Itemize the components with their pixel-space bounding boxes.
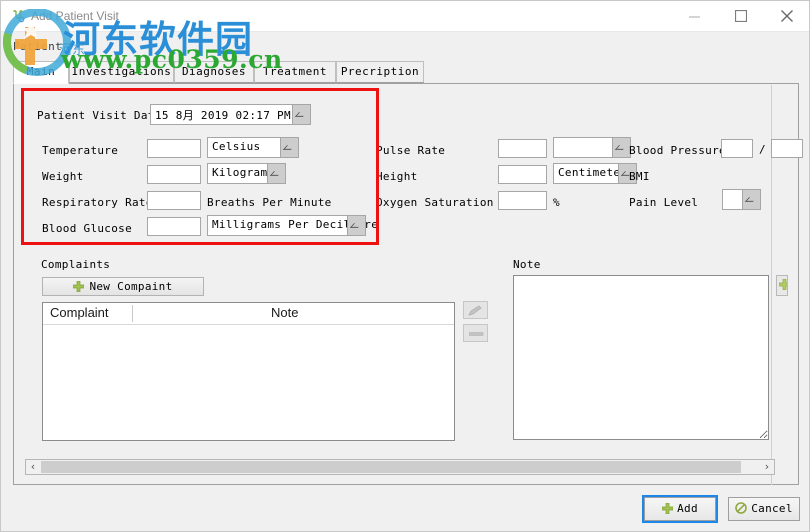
tab-treatment[interactable]: Treatment bbox=[254, 61, 336, 83]
height-label: Height bbox=[376, 170, 418, 183]
patient-label: Patient bbox=[13, 40, 63, 53]
plus-icon bbox=[778, 278, 787, 293]
chevron-down-icon[interactable] bbox=[612, 138, 630, 157]
blood-pressure-diastolic-input[interactable] bbox=[771, 139, 803, 158]
tab-precription[interactable]: Precription bbox=[336, 61, 424, 83]
bmi-label: BMI bbox=[629, 170, 650, 183]
temperature-input[interactable] bbox=[147, 139, 201, 158]
cancel-button-label: Cancel bbox=[751, 502, 793, 515]
blood-pressure-separator: / bbox=[759, 143, 766, 156]
app-icon bbox=[10, 9, 26, 25]
chevron-down-icon[interactable] bbox=[267, 164, 285, 183]
patient-visit-date-label: Patient Visit Date bbox=[37, 109, 162, 122]
title-bar: Add Patient Visit bbox=[1, 1, 809, 32]
scrollbar-thumb[interactable] bbox=[41, 461, 741, 473]
patient-visit-date-picker[interactable]: 15 8月 2019 02:17 PM bbox=[150, 104, 311, 125]
weight-label: Weight bbox=[42, 170, 84, 183]
tab-main[interactable]: Main bbox=[13, 61, 69, 84]
height-unit-select[interactable]: Centimeter bbox=[553, 163, 637, 184]
maximize-icon bbox=[735, 10, 747, 22]
note-section-label: Note bbox=[513, 258, 541, 271]
tab-investigations[interactable]: Investigations bbox=[69, 61, 174, 83]
minimize-icon bbox=[689, 16, 700, 18]
column-header-note: Note bbox=[271, 305, 299, 320]
temperature-label: Temperature bbox=[42, 144, 119, 157]
minimize-button[interactable] bbox=[673, 1, 719, 31]
blood-pressure-label: Blood Pressure bbox=[629, 144, 726, 157]
edit-complaint-button[interactable] bbox=[463, 301, 488, 319]
column-separator[interactable] bbox=[132, 305, 133, 322]
cancel-button[interactable]: Cancel bbox=[728, 497, 800, 521]
blood-glucose-unit-select[interactable]: Milligrams Per Decilitre bbox=[207, 215, 378, 236]
note-textarea[interactable] bbox=[513, 275, 769, 440]
height-input[interactable] bbox=[498, 165, 547, 184]
blood-glucose-input[interactable] bbox=[147, 217, 201, 236]
minus-icon bbox=[469, 332, 484, 336]
tab-diagnoses[interactable]: Diagnoses bbox=[174, 61, 254, 83]
blood-pressure-systolic-input[interactable] bbox=[721, 139, 753, 158]
complaints-grid-header: Complaint Note bbox=[43, 303, 454, 325]
chevron-down-icon[interactable] bbox=[280, 138, 298, 157]
horizontal-scrollbar[interactable]: ‹ › bbox=[25, 459, 775, 475]
plus-icon bbox=[661, 500, 674, 522]
pain-level-select[interactable] bbox=[722, 189, 761, 210]
pulse-rate-input[interactable] bbox=[498, 139, 547, 158]
weight-unit-value: Kilogram bbox=[212, 166, 268, 179]
plus-icon bbox=[73, 280, 85, 297]
add-button[interactable]: Add bbox=[642, 495, 718, 523]
cancel-icon bbox=[735, 500, 748, 522]
pain-level-label: Pain Level bbox=[629, 196, 699, 209]
scroll-left-arrow[interactable]: ‹ bbox=[26, 460, 40, 474]
chevron-down-icon[interactable] bbox=[292, 105, 310, 124]
watermark-cn-small: 河东 bbox=[59, 43, 86, 58]
respiratory-rate-input[interactable] bbox=[147, 191, 201, 210]
respiratory-rate-label: Respiratory Rate bbox=[42, 196, 153, 209]
close-icon bbox=[781, 10, 793, 22]
pencil-icon bbox=[468, 305, 482, 316]
temperature-unit-value: Celsius bbox=[212, 140, 261, 153]
complaints-grid[interactable]: Complaint Note bbox=[42, 302, 455, 441]
complaints-section-label: Complaints bbox=[41, 258, 111, 271]
pulse-rate-label: Pulse Rate bbox=[376, 144, 446, 157]
chevron-down-icon[interactable] bbox=[347, 216, 365, 235]
new-complaint-button[interactable]: New Compaint bbox=[42, 277, 204, 296]
blood-glucose-label: Blood Glucose bbox=[42, 222, 132, 235]
chevron-down-icon[interactable] bbox=[742, 190, 760, 209]
column-header-complaint: Complaint bbox=[50, 305, 109, 320]
add-note-button[interactable] bbox=[776, 275, 788, 296]
maximize-button[interactable] bbox=[719, 1, 765, 31]
scroll-right-arrow[interactable]: › bbox=[760, 460, 774, 474]
respiratory-rate-unit: Breaths Per Minute bbox=[207, 196, 332, 209]
height-unit-value: Centimeter bbox=[558, 166, 628, 179]
window-title: Add Patient Visit bbox=[31, 9, 119, 23]
oxygen-saturation-input[interactable] bbox=[498, 191, 547, 210]
weight-unit-select[interactable]: Kilogram bbox=[207, 163, 286, 184]
delete-complaint-button[interactable] bbox=[463, 324, 488, 342]
tab-strip: Main Investigations Diagnoses Treatment … bbox=[13, 61, 799, 84]
patient-visit-date-value: 15 8月 2019 02:17 PM bbox=[155, 109, 291, 122]
weight-input[interactable] bbox=[147, 165, 201, 184]
oxygen-saturation-unit: % bbox=[553, 196, 560, 209]
new-complaint-label: New Compaint bbox=[89, 280, 173, 293]
oxygen-saturation-label: Oxygen Saturation bbox=[376, 196, 494, 209]
temperature-unit-select[interactable]: Celsius bbox=[207, 137, 299, 158]
close-button[interactable] bbox=[765, 1, 809, 31]
add-button-label: Add bbox=[677, 502, 698, 515]
pulse-rate-unit-select[interactable] bbox=[553, 137, 631, 158]
add-patient-visit-window: Add Patient Visit Patient Main Investiga… bbox=[0, 0, 810, 532]
